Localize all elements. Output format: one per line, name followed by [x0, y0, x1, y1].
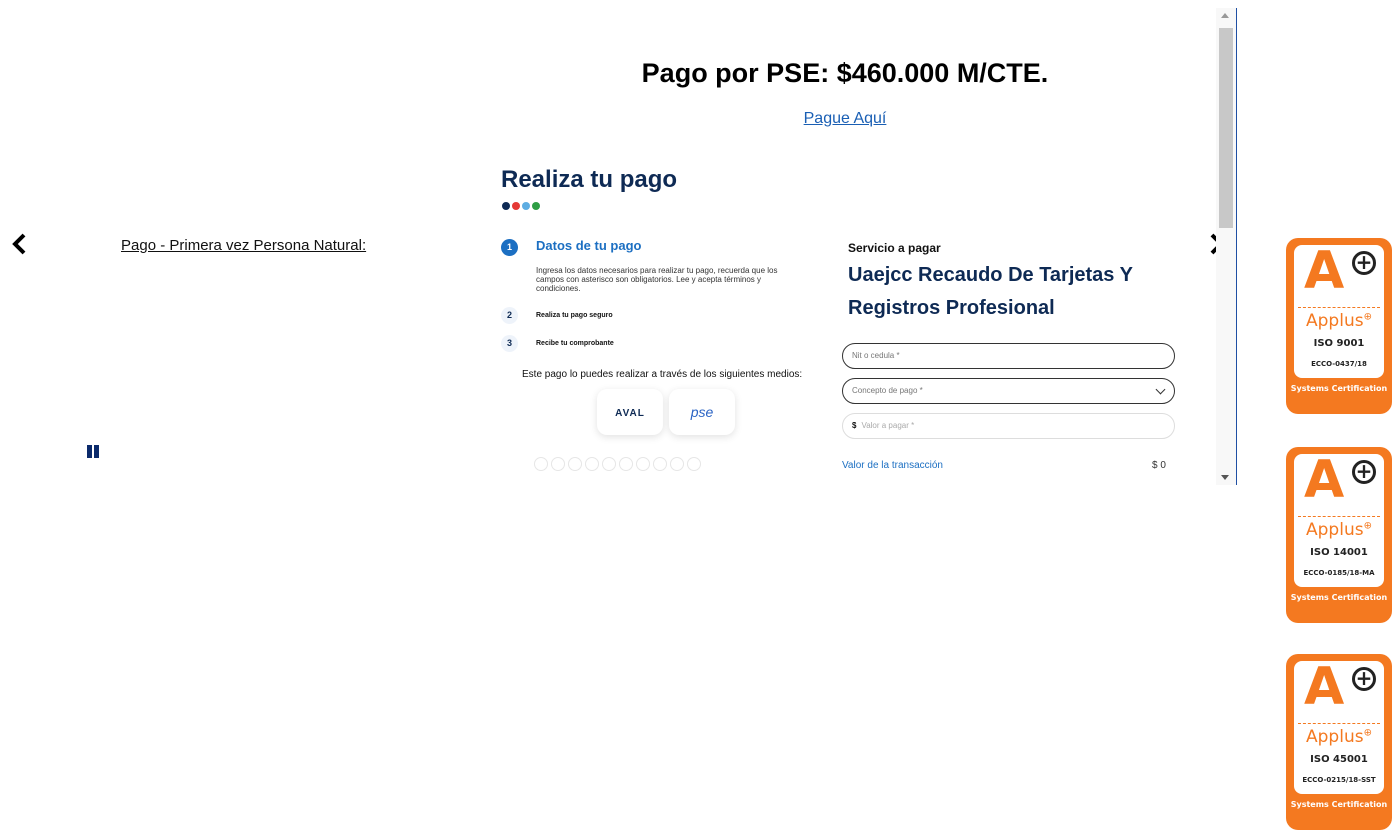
- iso-45001-badge: A + Applus⊕ ISO 45001 ECCO-0215/18-SST S…: [1286, 654, 1392, 830]
- dot: [512, 202, 520, 210]
- badge-iso: ISO 14001: [1310, 547, 1368, 558]
- pay-here-link[interactable]: Pague Aquí: [0, 110, 1398, 128]
- dot: [522, 202, 530, 210]
- pse-logo: pse: [690, 404, 714, 420]
- scroll-up-icon[interactable]: [1221, 13, 1229, 18]
- chevron-left-icon[interactable]: [8, 232, 32, 256]
- concepto-placeholder: Concepto de pago *: [852, 386, 923, 395]
- slide-indicators: [534, 457, 704, 476]
- badge-cert: Systems Certification: [1290, 384, 1388, 393]
- valor-field[interactable]: $ Valor a pagar *: [842, 413, 1175, 439]
- scrollbar[interactable]: [1216, 8, 1237, 485]
- badge-code: ECCO-0185/18-MA: [1303, 569, 1375, 577]
- scroll-down-icon[interactable]: [1221, 475, 1229, 480]
- badge-cert: Systems Certification: [1290, 593, 1388, 602]
- pse-payment-card[interactable]: pse: [669, 389, 735, 435]
- step-number: 3: [501, 335, 518, 352]
- price-title: Pago por PSE: $460.000 M/CTE.: [641, 58, 1049, 88]
- nit-field[interactable]: Nit o cedula *: [842, 343, 1175, 369]
- step-title: Recibe tu comprobante: [536, 340, 614, 347]
- plus-circle-icon: +: [1352, 251, 1376, 275]
- service-label: Servicio a pagar: [848, 241, 941, 255]
- concepto-select[interactable]: Concepto de pago *: [842, 378, 1175, 404]
- badge-brand: Applus⊕: [1306, 727, 1372, 747]
- badge-iso: ISO 9001: [1313, 338, 1365, 349]
- pause-icon[interactable]: [85, 445, 101, 461]
- payment-methods-text: Este pago lo puedes realizar a través de…: [522, 369, 803, 380]
- iso-14001-badge: A + Applus⊕ ISO 14001 ECCO-0185/18-MA Sy…: [1286, 447, 1392, 623]
- heading-dots: [502, 197, 542, 215]
- badge-code: ECCO-0215/18-SST: [1302, 776, 1376, 784]
- step-title: Realiza tu pago seguro: [536, 312, 613, 319]
- nit-placeholder: Nit o cedula *: [852, 351, 900, 360]
- plus-circle-icon: +: [1352, 460, 1376, 484]
- dot: [502, 202, 510, 210]
- badge-brand: Applus⊕: [1306, 311, 1372, 331]
- slide-title: Pago - Primera vez Persona Natural:: [121, 237, 367, 254]
- aval-payment-card[interactable]: AVAL: [597, 389, 663, 435]
- applus-a-logo: A: [1304, 450, 1345, 510]
- applus-a-logo: A: [1304, 241, 1345, 301]
- slide-heading: Realiza tu pago: [501, 166, 678, 193]
- scroll-thumb[interactable]: [1219, 28, 1233, 228]
- currency-prefix: $: [852, 421, 857, 430]
- iso-9001-badge: A + Applus⊕ ISO 9001 ECCO-0437/18 System…: [1286, 238, 1392, 414]
- chevron-down-icon: [1155, 384, 1166, 395]
- service-name: Uaejcc Recaudo De Tarjetas Y Registros P…: [848, 264, 1133, 319]
- valor-placeholder: Valor a pagar *: [861, 421, 915, 430]
- dot: [532, 202, 540, 210]
- plus-circle-icon: +: [1352, 667, 1376, 691]
- badge-cert: Systems Certification: [1290, 800, 1388, 809]
- badge-iso: ISO 45001: [1310, 754, 1368, 765]
- step-number: 2: [501, 307, 518, 324]
- step-number: 1: [501, 239, 518, 256]
- transaction-total-value: $ 0: [1152, 460, 1166, 471]
- badge-brand: Applus⊕: [1306, 520, 1372, 540]
- transaction-total-label: Valor de la transacción: [842, 460, 943, 471]
- badge-code: ECCO-0437/18: [1311, 360, 1367, 368]
- step-description: Ingresa los datos necesarios para realiz…: [536, 266, 778, 293]
- aval-logo: AVAL: [615, 408, 645, 419]
- step-title: Datos de tu pago: [536, 238, 642, 253]
- applus-a-logo: A: [1304, 657, 1345, 717]
